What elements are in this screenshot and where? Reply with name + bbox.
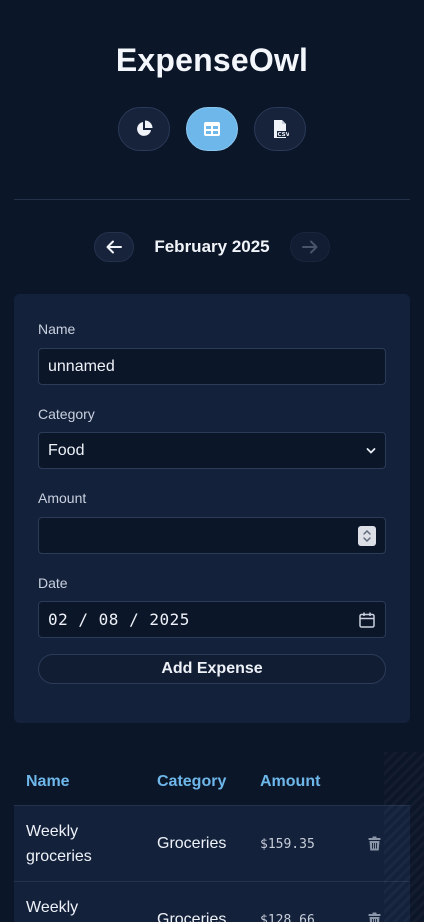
- table-view-button[interactable]: [186, 107, 238, 151]
- previous-month-button[interactable]: [94, 232, 134, 262]
- table-row: Weekly groceries Groceries $159.35: [14, 806, 410, 882]
- app-title: ExpenseOwl: [115, 42, 309, 78]
- chevron-down-icon: [366, 447, 376, 454]
- arrow-right-icon: [302, 240, 318, 254]
- row-category: Groceries: [157, 834, 227, 852]
- arrow-left-icon: [106, 240, 122, 254]
- table-row: Weekly groceries Groceries $128.66: [14, 882, 410, 922]
- category-select-value: Food: [48, 441, 85, 459]
- add-expense-button[interactable]: Add Expense: [38, 654, 386, 684]
- app-header: ExpenseOwl CSV: [0, 0, 424, 151]
- name-input-value: unnamed: [48, 357, 115, 375]
- expenses-table: Name Category Amount Weekly groceries Gr…: [14, 758, 410, 922]
- trash-icon[interactable]: [368, 836, 381, 851]
- dashboard-view-button[interactable]: [118, 107, 170, 151]
- row-name: Weekly groceries: [26, 898, 79, 916]
- category-label: Category: [38, 406, 95, 422]
- amount-input[interactable]: [38, 517, 386, 554]
- csv-file-icon: CSV: [274, 120, 290, 138]
- name-input[interactable]: unnamed: [38, 348, 386, 385]
- date-input-value: 02 / 08 / 2025: [48, 610, 190, 629]
- expense-form: Name unnamed Category Food Amount Date 0…: [14, 294, 410, 723]
- spinner-arrows-icon: [363, 529, 371, 542]
- name-label: Name: [38, 321, 76, 337]
- column-header-category[interactable]: Category: [157, 773, 260, 791]
- export-csv-button[interactable]: CSV: [254, 107, 306, 151]
- view-nav: CSV: [0, 107, 424, 151]
- row-amount: $128.66: [260, 912, 315, 922]
- current-month-label: February 2025: [154, 237, 270, 256]
- month-navigation: February 2025: [0, 232, 424, 262]
- row-name: Weekly groceries: [26, 822, 92, 865]
- header-divider: [14, 199, 410, 200]
- date-input[interactable]: 02 / 08 / 2025: [38, 601, 386, 638]
- next-month-button[interactable]: [290, 232, 330, 262]
- row-category: Groceries: [157, 910, 227, 922]
- category-select[interactable]: Food: [38, 432, 386, 469]
- calendar-icon[interactable]: [358, 611, 376, 629]
- column-header-amount[interactable]: Amount: [260, 773, 357, 791]
- amount-spinner[interactable]: [358, 525, 376, 546]
- pie-chart-icon: [137, 120, 153, 136]
- svg-text:CSV: CSV: [278, 132, 290, 138]
- amount-label: Amount: [38, 490, 87, 506]
- table-header: Name Category Amount: [14, 758, 410, 806]
- date-label: Date: [38, 575, 68, 591]
- trash-icon[interactable]: [368, 912, 381, 922]
- table-icon: [204, 122, 220, 136]
- row-amount: $159.35: [260, 836, 315, 852]
- column-header-name[interactable]: Name: [14, 773, 157, 791]
